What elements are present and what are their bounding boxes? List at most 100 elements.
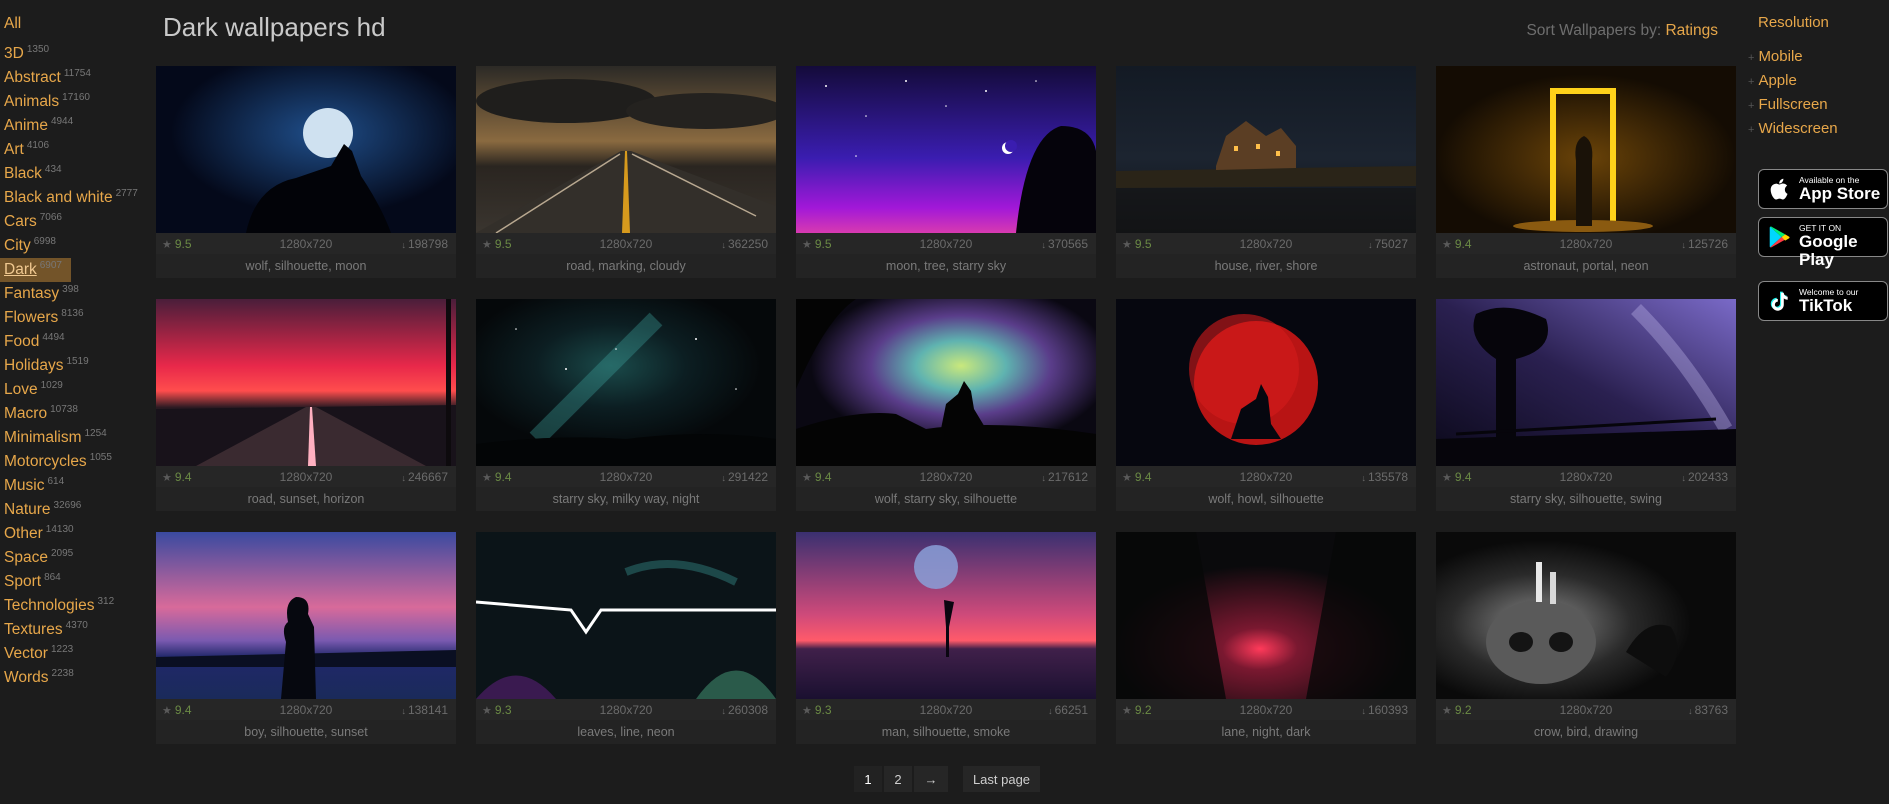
wallpaper-tags[interactable]: house, river, shore	[1116, 254, 1416, 278]
wallpaper-tags[interactable]: wolf, howl, silhouette	[1116, 487, 1416, 511]
wallpaper-card[interactable]: ★ 9.2 1280x720 ↓ 83763 crow, bird, drawing	[1436, 532, 1736, 744]
wallpaper-tags[interactable]: road, marking, cloudy	[476, 254, 776, 278]
category-link[interactable]: Holidays 1519	[0, 354, 150, 378]
resolution-list: + Mobile + Apple + Fullscreen + Widescreen	[1748, 45, 1838, 141]
google-play-badge[interactable]: GET IT ON Google Play	[1758, 217, 1888, 269]
download-icon: ↓	[721, 473, 726, 483]
category-link[interactable]: Flowers 8136	[0, 306, 150, 330]
category-count: 1254	[84, 428, 107, 439]
category-link[interactable]: Sport 864	[0, 570, 150, 594]
wallpaper-thumbnail[interactable]	[1116, 299, 1416, 466]
wallpaper-card[interactable]: ★ 9.4 1280x720 ↓ 291422 starry sky, milky …	[476, 299, 776, 511]
category-link[interactable]: Technologies 312	[0, 594, 150, 618]
wallpaper-meta: ★ 9.2 1280x720 ↓ 160393	[1116, 699, 1416, 720]
resolution-link-fullscreen[interactable]: + Fullscreen	[1748, 93, 1838, 117]
last-page-button[interactable]: Last page	[962, 765, 1041, 793]
wallpaper-tags[interactable]: starry sky, silhouette, swing	[1436, 487, 1736, 511]
wallpaper-tags[interactable]: wolf, silhouette, moon	[156, 254, 456, 278]
wallpaper-tags[interactable]: leaves, line, neon	[476, 720, 776, 744]
category-link[interactable]: Food 4494	[0, 330, 150, 354]
downloads: ↓ 75027	[1368, 237, 1408, 251]
wallpaper-tags[interactable]: astronaut, portal, neon	[1436, 254, 1736, 278]
category-count: 32696	[53, 500, 82, 511]
category-link[interactable]: Textures 4370	[0, 618, 150, 642]
wallpaper-tags[interactable]: man, silhouette, smoke	[796, 720, 1096, 744]
download-icon: ↓	[721, 706, 726, 716]
category-link[interactable]: Art 4106	[0, 138, 150, 162]
category-link[interactable]: Black and white 2777	[0, 186, 150, 210]
wallpaper-thumbnail[interactable]	[796, 66, 1096, 233]
wallpaper-card[interactable]: ★ 9.5 1280x720 ↓ 75027 house, river, shore	[1116, 66, 1416, 278]
category-link[interactable]: Motorcycles 1055	[0, 450, 150, 474]
wallpaper-thumbnail[interactable]	[156, 532, 456, 699]
category-link[interactable]: Space 2095	[0, 546, 150, 570]
wallpaper-thumbnail[interactable]	[476, 66, 776, 233]
wallpaper-thumbnail[interactable]	[156, 299, 456, 466]
category-link[interactable]: Animals 17160	[0, 90, 150, 114]
category-link[interactable]: Minimalism 1254	[0, 426, 150, 450]
wallpaper-tags[interactable]: road, sunset, horizon	[156, 487, 456, 511]
category-link[interactable]: Words 2238	[0, 666, 150, 690]
wallpaper-tags[interactable]: wolf, starry sky, silhouette	[796, 487, 1096, 511]
sort-value-link[interactable]: Ratings	[1665, 22, 1718, 39]
wallpaper-thumbnail[interactable]	[796, 299, 1096, 466]
category-link[interactable]: Black 434	[0, 162, 150, 186]
page-1-button[interactable]: 1	[853, 765, 883, 793]
wallpaper-card[interactable]: ★ 9.4 1280x720 ↓ 202433 starry sky, silhou…	[1436, 299, 1736, 511]
wallpaper-card[interactable]: ★ 9.4 1280x720 ↓ 135578 wolf, howl, silhou…	[1116, 299, 1416, 511]
category-link[interactable]: Other 14130	[0, 522, 150, 546]
download-icon: ↓	[1048, 706, 1053, 716]
wallpaper-thumbnail[interactable]	[476, 532, 776, 699]
category-label: Food	[4, 333, 40, 350]
wallpaper-thumbnail[interactable]	[1436, 299, 1736, 466]
category-link[interactable]: Cars 7066	[0, 210, 150, 234]
downloads: ↓ 260308	[721, 703, 768, 717]
wallpaper-thumbnail[interactable]	[156, 66, 456, 233]
wallpaper-thumbnail[interactable]	[1116, 66, 1416, 233]
wallpaper-thumbnail[interactable]	[1116, 532, 1416, 699]
wallpaper-tags[interactable]: moon, tree, starry sky	[796, 254, 1096, 278]
next-page-button[interactable]: →	[913, 765, 949, 793]
wallpaper-card[interactable]: ★ 9.4 1280x720 ↓ 217612 wolf, starry sky, …	[796, 299, 1096, 511]
wallpaper-thumbnail[interactable]	[1436, 532, 1736, 699]
wallpaper-thumbnail[interactable]	[796, 532, 1096, 699]
wallpaper-tags[interactable]: crow, bird, drawing	[1436, 720, 1736, 744]
wallpaper-card[interactable]: ★ 9.5 1280x720 ↓ 198798 wolf, silhouette, …	[156, 66, 456, 278]
wallpaper-card[interactable]: ★ 9.4 1280x720 ↓ 246667 road, sunset, hori…	[156, 299, 456, 511]
resolution-link-widescreen[interactable]: + Widescreen	[1748, 117, 1838, 141]
wallpaper-card[interactable]: ★ 9.4 1280x720 ↓ 125726 astronaut, portal,…	[1436, 66, 1736, 278]
resolution-link-apple[interactable]: + Apple	[1748, 69, 1838, 93]
category-link[interactable]: Music 614	[0, 474, 150, 498]
wallpaper-tags[interactable]: lane, night, dark	[1116, 720, 1416, 744]
category-link[interactable]: Nature 32696	[0, 498, 150, 522]
wallpaper-thumbnail[interactable]	[476, 299, 776, 466]
resolution-link-mobile[interactable]: + Mobile	[1748, 45, 1838, 69]
wallpaper-card[interactable]: ★ 9.4 1280x720 ↓ 138141 boy, silhouette, s…	[156, 532, 456, 744]
category-count: 4944	[50, 116, 74, 127]
wallpaper-tags[interactable]: starry sky, milky way, night	[476, 487, 776, 511]
wallpaper-card[interactable]: ★ 9.2 1280x720 ↓ 160393 lane, night, dark	[1116, 532, 1416, 744]
category-count: 4370	[65, 620, 88, 631]
category-link[interactable]: Fantasy 398	[0, 282, 150, 306]
wallpaper-card[interactable]: ★ 9.5 1280x720 ↓ 362250 road, marking, clo…	[476, 66, 776, 278]
category-link[interactable]: Abstract 11754	[0, 66, 150, 90]
downloads: ↓ 135578	[1361, 470, 1408, 484]
wallpaper-thumbnail[interactable]	[1436, 66, 1736, 233]
wallpaper-tags[interactable]: boy, silhouette, sunset	[156, 720, 456, 744]
category-all-link[interactable]: All	[0, 12, 150, 36]
category-link[interactable]: Dark 6907	[0, 258, 71, 282]
category-link[interactable]: Vector 1223	[0, 642, 150, 666]
apple-badge[interactable]: Available on the App Store	[1758, 169, 1888, 209]
tiktok-badge[interactable]: Welcome to our TikTok	[1758, 281, 1888, 321]
wallpaper-card[interactable]: ★ 9.3 1280x720 ↓ 260308 leaves, line, neon	[476, 532, 776, 744]
category-link[interactable]: 3D 1350	[0, 42, 150, 66]
wallpaper-card[interactable]: ★ 9.3 1280x720 ↓ 66251 man, silhouette, sm…	[796, 532, 1096, 744]
download-icon: ↓	[1361, 473, 1366, 483]
category-link[interactable]: Love 1029	[0, 378, 150, 402]
wallpaper-card[interactable]: ★ 9.5 1280x720 ↓ 370565 moon, tree, starry…	[796, 66, 1096, 278]
category-link[interactable]: Anime 4944	[0, 114, 150, 138]
page-2-button[interactable]: 2	[883, 765, 913, 793]
category-link[interactable]: Macro 10738	[0, 402, 150, 426]
category-link[interactable]: City 6998	[0, 234, 150, 258]
download-icon: ↓	[1681, 473, 1686, 483]
